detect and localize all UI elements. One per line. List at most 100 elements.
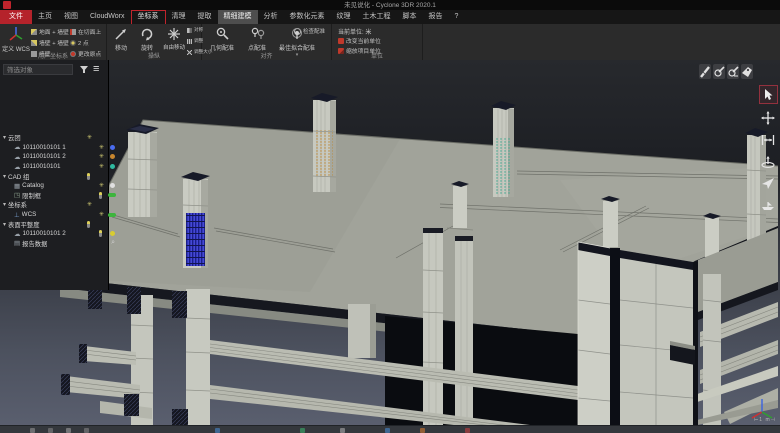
- tab-home[interactable]: 主页: [32, 10, 58, 24]
- group-ucs: 定义 WCS 地面 + 墙壁 墙壁 + 墙壁 墙壁 在切面上 2 点: [0, 24, 107, 60]
- tab-cloudworx[interactable]: CloudWorx: [84, 10, 131, 24]
- scale-bar: ⊢1 m⊣: [754, 417, 776, 423]
- pan-tool-button[interactable]: [760, 109, 777, 126]
- expander-icon[interactable]: ▾: [3, 134, 6, 141]
- annotate-distance-button[interactable]: [727, 64, 739, 79]
- tree-item-flatness-cloud[interactable]: ☁ 10110010101 2: [0, 229, 120, 239]
- define-wcs-button[interactable]: 定义 WCS: [2, 26, 30, 53]
- ucs-wall-wall-button[interactable]: 墙壁 + 墙壁: [31, 38, 69, 47]
- group-label-ucs: 用户坐标系: [0, 51, 106, 60]
- orbit-tool-button[interactable]: [760, 153, 777, 170]
- cloud-icon: ☁: [14, 153, 21, 161]
- tab-fine-modeling[interactable]: 精细建模: [218, 10, 258, 24]
- green-toggle[interactable]: [108, 213, 116, 217]
- ucs-on-section-button[interactable]: 在切面上: [70, 27, 101, 36]
- taskbar-icon[interactable]: [215, 428, 220, 433]
- cloud-icon: ☁: [14, 163, 21, 171]
- measure-pen-button[interactable]: [699, 64, 711, 79]
- visibility-icon[interactable]: ✳: [99, 163, 104, 170]
- color-badge: [110, 154, 115, 159]
- visibility-icon[interactable]: ✳: [87, 201, 92, 208]
- adjust-icon: [187, 39, 192, 44]
- tab-extract[interactable]: 提取: [192, 10, 218, 24]
- tree-item-cloud-1[interactable]: ☁ 10110010101 1 ✳: [0, 143, 120, 153]
- tag-icon: [741, 66, 753, 78]
- fly-tool-button[interactable]: [760, 175, 777, 192]
- color-badge: [110, 145, 115, 150]
- geo-registration-button[interactable]: 几何配准: [206, 26, 238, 52]
- taskbar-icon[interactable]: [465, 428, 470, 433]
- tree-item-wcs[interactable]: ⊥ WCS ✳: [0, 210, 120, 220]
- ucs-2-points-button[interactable]: 2 点: [70, 38, 89, 47]
- tree-item-catalog[interactable]: ▦ Catalog ✳: [0, 181, 120, 191]
- tab-civil[interactable]: 土木工程: [357, 10, 397, 24]
- free-move-button[interactable]: 自由移动: [161, 27, 187, 51]
- tree-group-surface-flatness[interactable]: ▾ 表面平整度: [0, 219, 108, 229]
- taskbar-icon[interactable]: [48, 428, 53, 433]
- select-tool-button[interactable]: [759, 85, 778, 104]
- group-label-align: 对齐: [202, 51, 331, 60]
- tree-item-cloud-3[interactable]: ☁ 10110010101 ✳: [0, 162, 120, 172]
- mirror-button[interactable]: 对称: [187, 27, 203, 33]
- light-toggle-icon[interactable]: [87, 221, 90, 228]
- tab-file[interactable]: 文件: [0, 10, 32, 24]
- taskbar-icon[interactable]: [340, 428, 345, 433]
- green-toggle[interactable]: [108, 193, 116, 197]
- visibility-icon[interactable]: ✳: [99, 153, 104, 160]
- visibility-icon[interactable]: ✳: [99, 211, 104, 218]
- viewport-side-toolbar: [758, 85, 778, 214]
- rotate-button[interactable]: 旋转: [135, 27, 159, 52]
- expander-icon[interactable]: ▾: [3, 173, 6, 180]
- taskbar-icon[interactable]: [66, 428, 71, 433]
- taskbar-icon[interactable]: [84, 428, 89, 433]
- filter-input[interactable]: 筛选对象: [3, 64, 73, 75]
- adjust-button[interactable]: 调整: [187, 38, 203, 44]
- visibility-icon[interactable]: ✳: [87, 134, 92, 141]
- expander-icon[interactable]: ▾: [3, 221, 6, 228]
- visibility-icon[interactable]: ✳: [99, 144, 104, 151]
- ground-wall-icon: [31, 29, 37, 35]
- tab-cleaning[interactable]: 清理: [166, 10, 192, 24]
- ucs-ground-wall-button[interactable]: 地面 + 墙壁: [31, 27, 69, 36]
- group-units: 当前单位: 米 改变当前单位 缩放项目单位 单位: [332, 24, 423, 60]
- boat-icon: [761, 201, 775, 211]
- annotate-point-button[interactable]: [713, 64, 725, 79]
- taskbar-icon[interactable]: [30, 428, 35, 433]
- change-unit-button[interactable]: 改变当前单位: [338, 36, 381, 45]
- tree-group-clouds[interactable]: ▾ 云团 ✳: [0, 133, 108, 143]
- light-toggle-icon[interactable]: [87, 173, 90, 180]
- axis-icon: ⊥: [14, 211, 20, 219]
- tab-parametric[interactable]: 参数化元素: [284, 10, 331, 24]
- current-unit-label: 当前单位: 米: [338, 27, 371, 36]
- taskbar-icon[interactable]: [385, 428, 390, 433]
- tree-item-cloud-2[interactable]: ☁ 10110010101 2 ✳: [0, 152, 120, 162]
- window-title: 未见说化 - Cyclone 3DR 2020.1: [0, 1, 780, 10]
- move-button[interactable]: 移动: [109, 27, 133, 52]
- magnifier-icon[interactable]: ⌕: [111, 239, 115, 247]
- taskbar-icon[interactable]: [300, 428, 305, 433]
- turntable-icon: [761, 155, 775, 169]
- panel-menu-icon[interactable]: ≡: [93, 62, 99, 76]
- taskbar-icon[interactable]: [420, 428, 425, 433]
- tab-analysis[interactable]: 分析: [258, 10, 284, 24]
- walk-tool-button[interactable]: [760, 197, 777, 214]
- tab-view[interactable]: 视图: [58, 10, 84, 24]
- tab-help[interactable]: ?: [449, 10, 465, 24]
- tab-report[interactable]: 报告: [423, 10, 449, 24]
- tree-group-cad[interactable]: ▾ CAD 组: [0, 171, 108, 181]
- paper-plane-icon: [761, 177, 775, 190]
- tree-group-coordinate-systems[interactable]: ▾ 坐标系 ✳: [0, 200, 108, 210]
- tree-item-report-data[interactable]: ▤ 报告数据 ⌕: [0, 239, 120, 249]
- tab-script[interactable]: 脚本: [397, 10, 423, 24]
- tab-texturing[interactable]: 纹理: [331, 10, 357, 24]
- light-toggle-icon[interactable]: [99, 230, 102, 237]
- light-toggle-icon[interactable]: [99, 192, 102, 199]
- tree-item-limit-box[interactable]: ◳ 限制框: [0, 191, 120, 201]
- annotate-distance-icon: [728, 66, 739, 78]
- limit-box-icon: ◳: [14, 191, 20, 199]
- visibility-icon[interactable]: ✳: [99, 182, 104, 189]
- expander-icon[interactable]: ▾: [3, 201, 6, 208]
- os-taskbar[interactable]: [0, 425, 780, 433]
- tag-label-button[interactable]: [741, 64, 753, 79]
- distance-tool-button[interactable]: [760, 131, 777, 148]
